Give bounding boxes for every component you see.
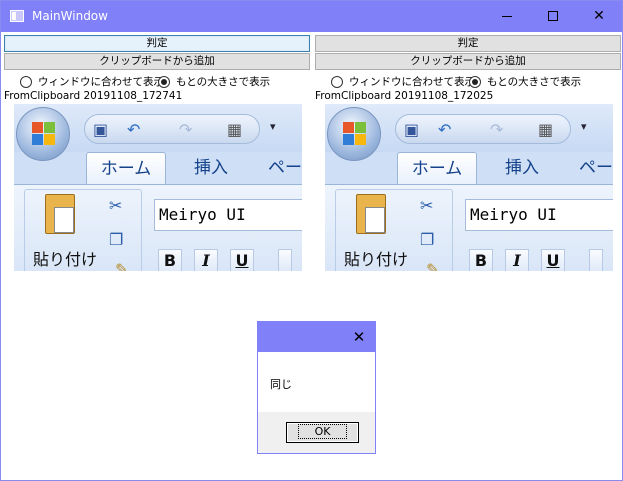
dialog-title-bar[interactable]: ✕ — [258, 322, 375, 352]
dialog-close-button[interactable]: ✕ — [343, 322, 375, 352]
close-icon: ✕ — [352, 328, 366, 346]
maximize-icon — [548, 11, 558, 21]
display-mode-group-right: ウィンドウに合わせて表示 もとの大きさで表示 — [315, 71, 621, 90]
radio-original-size-left[interactable]: もとの大きさで表示 — [158, 74, 270, 89]
calculator-icon: ▦ — [227, 120, 243, 139]
office-logo-icon — [343, 122, 367, 146]
quick-access-toolbar: ▣ ↶ ↷ ▦ — [395, 114, 571, 144]
close-button[interactable]: ✕ — [576, 1, 622, 32]
redo-icon: ↷ — [179, 120, 193, 139]
add-from-clipboard-button-right[interactable]: クリップボードから追加 — [315, 53, 621, 70]
logo-green — [355, 122, 366, 133]
paste-icon — [45, 194, 75, 234]
font-name-box: Meiryo UI — [154, 199, 302, 231]
radio-fit-window-right[interactable]: ウィンドウに合わせて表示 — [331, 74, 475, 89]
radio-fit-window-label: ウィンドウに合わせて表示 — [349, 76, 475, 88]
format-painter-icon: ✎ — [426, 260, 440, 271]
clipboard-image-left: ▣ ↶ ↷ ▦ ▾ ホーム 挿入 ペー 貼り付け ✂ ❐ ✎ Meiryo UI — [14, 104, 302, 271]
underline-icon: U — [230, 249, 254, 271]
ribbon-tabs: ホーム 挿入 ペー — [325, 152, 613, 184]
main-window: MainWindow ✕ 判定 クリップボードから追加 ウィンドウに合わせて表示… — [0, 0, 623, 481]
left-panel: 判定 クリップボードから追加 ウィンドウに合わせて表示 もとの大きさで表示 Fr… — [4, 35, 310, 271]
paste-label: 貼り付け — [344, 250, 409, 269]
radio-fit-window-left[interactable]: ウィンドウに合わせて表示 — [20, 74, 164, 89]
image-caption-left: FromClipboard 20191108_172741 — [4, 90, 183, 102]
bold-icon: B — [158, 249, 182, 271]
logo-red — [343, 122, 354, 133]
italic-icon: I — [194, 249, 218, 271]
logo-green — [44, 122, 55, 133]
italic-icon: I — [505, 249, 529, 271]
ok-button-label: OK — [297, 424, 348, 439]
ok-button[interactable]: OK — [286, 422, 359, 443]
bold-icon: B — [469, 249, 493, 271]
dialog-message: 同じ — [270, 378, 292, 391]
ribbon-body: 貼り付け ✂ ❐ ✎ Meiryo UI B I U — [325, 184, 613, 271]
logo-blue — [32, 134, 43, 145]
minimize-button[interactable] — [484, 1, 530, 32]
logo-red — [32, 122, 43, 133]
tab-page-layout: ペー — [579, 158, 613, 178]
paste-icon — [356, 194, 386, 234]
border-icon — [278, 249, 292, 271]
save-icon: ▣ — [93, 120, 109, 139]
copy-icon: ❐ — [420, 230, 435, 249]
copy-icon: ❐ — [109, 230, 124, 249]
ribbon-body: 貼り付け ✂ ❐ ✎ Meiryo UI B I U — [14, 184, 302, 271]
logo-yellow — [44, 134, 55, 145]
maximize-button[interactable] — [530, 1, 576, 32]
tab-page-layout: ペー — [268, 158, 302, 178]
radio-original-size-right[interactable]: もとの大きさで表示 — [469, 74, 581, 89]
underline-icon: U — [541, 249, 565, 271]
dialog-footer: OK — [258, 412, 375, 453]
paste-label: 貼り付け — [33, 250, 98, 269]
tab-insert: 挿入 — [194, 158, 228, 178]
cut-icon: ✂ — [420, 196, 434, 215]
radio-original-size-label: もとの大きさで表示 — [487, 76, 582, 88]
cut-icon: ✂ — [109, 196, 123, 215]
office-logo-icon — [32, 122, 56, 146]
window-title: MainWindow — [32, 9, 108, 23]
save-icon: ▣ — [404, 120, 420, 139]
tab-home: ホーム — [86, 152, 166, 184]
logo-blue — [343, 134, 354, 145]
redo-icon: ↷ — [490, 120, 504, 139]
radio-checked-icon — [158, 75, 170, 88]
font-name-box: Meiryo UI — [465, 199, 613, 231]
result-dialog: ✕ 同じ OK — [257, 321, 376, 454]
radio-original-size-label: もとの大きさで表示 — [176, 76, 271, 88]
judge-button-left[interactable]: 判定 — [4, 35, 310, 52]
qat-customize-icon: ▾ — [581, 120, 587, 133]
add-from-clipboard-button-left[interactable]: クリップボードから追加 — [4, 53, 310, 70]
undo-icon: ↶ — [438, 120, 452, 139]
judge-button-right[interactable]: 判定 — [315, 35, 621, 52]
tab-insert: 挿入 — [505, 158, 539, 178]
minimize-icon — [502, 16, 512, 17]
clipboard-image-right: ▣ ↶ ↷ ▦ ▾ ホーム 挿入 ペー 貼り付け ✂ ❐ ✎ Meiryo UI — [325, 104, 613, 271]
calculator-icon: ▦ — [538, 120, 554, 139]
clipboard-group: 貼り付け ✂ ❐ ✎ — [24, 189, 142, 271]
undo-icon: ↶ — [127, 120, 141, 139]
border-icon — [589, 249, 603, 271]
ribbon-tabs: ホーム 挿入 ペー — [14, 152, 302, 184]
radio-unchecked-icon — [331, 75, 343, 88]
quick-access-toolbar: ▣ ↶ ↷ ▦ — [84, 114, 260, 144]
tab-home: ホーム — [397, 152, 477, 184]
radio-fit-window-label: ウィンドウに合わせて表示 — [38, 76, 164, 88]
title-bar[interactable]: MainWindow ✕ — [1, 1, 622, 32]
display-mode-group-left: ウィンドウに合わせて表示 もとの大きさで表示 — [4, 71, 310, 90]
qat-customize-icon: ▾ — [270, 120, 276, 133]
clipboard-group: 貼り付け ✂ ❐ ✎ — [335, 189, 453, 271]
logo-yellow — [355, 134, 366, 145]
app-window-icon — [10, 10, 24, 22]
radio-checked-icon — [469, 75, 481, 88]
image-caption-right: FromClipboard 20191108_172025 — [315, 90, 494, 102]
radio-unchecked-icon — [20, 75, 32, 88]
right-panel: 判定 クリップボードから追加 ウィンドウに合わせて表示 もとの大きさで表示 Fr… — [315, 35, 621, 271]
format-painter-icon: ✎ — [115, 260, 129, 271]
close-icon: ✕ — [593, 8, 605, 24]
